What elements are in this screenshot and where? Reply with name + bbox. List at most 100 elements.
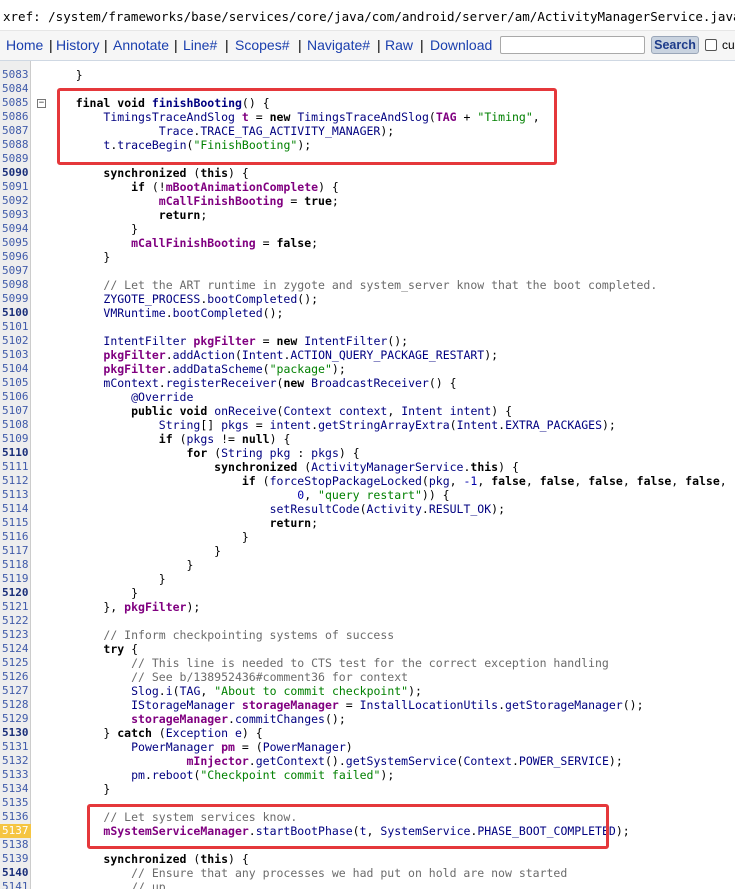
nav-navigate-link[interactable]: Navigate# (307, 37, 370, 53)
line-number-link[interactable]: 5113 (0, 488, 31, 502)
fold-toggle-icon[interactable]: − (37, 99, 46, 108)
line-number-link[interactable]: 5110 (0, 446, 31, 460)
code-token: (). (324, 754, 346, 768)
line-number-link[interactable]: 5112 (0, 474, 31, 488)
line-number-link[interactable]: 5111 (0, 460, 31, 474)
line-number-link[interactable]: 5090 (0, 166, 31, 180)
line-number-link[interactable]: 5139 (0, 852, 31, 866)
code-token: } (48, 222, 139, 236)
line-number-link[interactable]: 5089 (0, 152, 31, 166)
code-token: Exception (165, 726, 229, 740)
line-number-link[interactable]: 5134 (0, 782, 31, 796)
line-number-link[interactable]: 5086 (0, 110, 31, 124)
code-token: TAG (435, 110, 457, 124)
line-number-link[interactable]: 5137 (0, 824, 31, 838)
code-token: ( (297, 460, 312, 474)
line-number-link[interactable]: 5094 (0, 222, 31, 236)
line-number-link[interactable]: 5122 (0, 614, 31, 628)
line-number-link[interactable]: 5084 (0, 82, 31, 96)
line-number-link[interactable]: 5091 (0, 180, 31, 194)
line-number-link[interactable]: 5121 (0, 600, 31, 614)
line-number-link[interactable]: 5100 (0, 306, 31, 320)
line-number-link[interactable]: 5116 (0, 530, 31, 544)
code-token: ); (380, 768, 395, 782)
line-number-link[interactable]: 5119 (0, 572, 31, 586)
search-button[interactable]: Search (651, 36, 699, 54)
line-number-link[interactable]: 5135 (0, 796, 31, 810)
line-number-link[interactable]: 5130 (0, 726, 31, 740)
line-number-link[interactable]: 5096 (0, 250, 31, 264)
code-line: 5104 pkgFilter.addDataScheme("package"); (0, 362, 735, 376)
line-number-link[interactable]: 5085 (0, 96, 31, 110)
current-directory-checkbox[interactable] (705, 39, 717, 51)
line-number-link[interactable]: 5128 (0, 698, 31, 712)
line-number-link[interactable]: 5101 (0, 320, 31, 334)
line-number-link[interactable]: 5140 (0, 866, 31, 880)
code-text: if (!mBootAnimationComplete) { (48, 180, 339, 194)
line-number-link[interactable]: 5141 (0, 880, 31, 889)
line-number-link[interactable]: 5118 (0, 558, 31, 572)
line-number-link[interactable]: 5133 (0, 768, 31, 782)
line-number-link[interactable]: 5114 (0, 502, 31, 516)
code-line: 5141 // up. (0, 880, 735, 889)
line-number-link[interactable]: 5106 (0, 390, 31, 404)
line-number-link[interactable]: 5102 (0, 334, 31, 348)
code-token: if (241, 474, 256, 488)
line-number-link[interactable]: 5129 (0, 712, 31, 726)
xref-path-bar: xref: /system/frameworks/base/services/c… (0, 0, 735, 31)
line-number-link[interactable]: 5126 (0, 670, 31, 684)
line-number-link[interactable]: 5098 (0, 278, 31, 292)
code-token: "query restart" (318, 488, 422, 502)
line-number-link[interactable]: 5105 (0, 376, 31, 390)
code-text: synchronized (this) { (48, 852, 248, 866)
code-token: pkgFilter (103, 348, 166, 362)
line-number-link[interactable]: 5123 (0, 628, 31, 642)
line-number-link[interactable]: 5136 (0, 810, 31, 824)
search-input[interactable] (500, 36, 645, 54)
line-number-link[interactable]: 5092 (0, 194, 31, 208)
nav-raw-link[interactable]: Raw (385, 37, 413, 53)
nav-annotate-link[interactable]: Annotate (113, 37, 169, 53)
line-number-link[interactable]: 5088 (0, 138, 31, 152)
code-token: Context (463, 754, 512, 768)
line-number-link[interactable]: 5083 (0, 68, 31, 82)
line-number-link[interactable]: 5109 (0, 432, 31, 446)
nav-download-link[interactable]: Download (430, 37, 492, 53)
line-number-link[interactable]: 5093 (0, 208, 31, 222)
line-number-link[interactable]: 5138 (0, 838, 31, 852)
nav-home-link[interactable]: Home (6, 37, 43, 53)
nav-line-number-link[interactable]: Line# (183, 37, 217, 53)
nav-history-link[interactable]: History (56, 37, 100, 53)
line-number-link[interactable]: 5124 (0, 642, 31, 656)
code-token: ( (428, 110, 436, 124)
code-token: } (48, 572, 166, 586)
line-number-link[interactable]: 5125 (0, 656, 31, 670)
line-number-link[interactable]: 5095 (0, 236, 31, 250)
nav-scopes-link[interactable]: Scopes# (235, 37, 289, 53)
line-number-link[interactable]: 5120 (0, 586, 31, 600)
line-number-link[interactable]: 5132 (0, 754, 31, 768)
line-number-link[interactable]: 5127 (0, 684, 31, 698)
line-number-link[interactable]: 5104 (0, 362, 31, 376)
line-number-link[interactable]: 5115 (0, 516, 31, 530)
line-number-link[interactable]: 5103 (0, 348, 31, 362)
code-token: storageManager (241, 698, 339, 712)
code-text: mCallFinishBooting = true; (48, 194, 339, 208)
line-number-link[interactable]: 5087 (0, 124, 31, 138)
code-token: storageManager (131, 712, 229, 726)
line-number-link[interactable]: 5108 (0, 418, 31, 432)
code-token: . (165, 362, 173, 376)
line-number-link[interactable]: 5117 (0, 544, 31, 558)
line-number-link[interactable]: 5097 (0, 264, 31, 278)
code-token: mCallFinishBooting (158, 194, 284, 208)
line-number-link[interactable]: 5131 (0, 740, 31, 754)
line-number-link[interactable]: 5107 (0, 404, 31, 418)
code-token: . (248, 754, 256, 768)
line-number-link[interactable]: 5099 (0, 292, 31, 306)
code-token: ; (311, 516, 319, 530)
